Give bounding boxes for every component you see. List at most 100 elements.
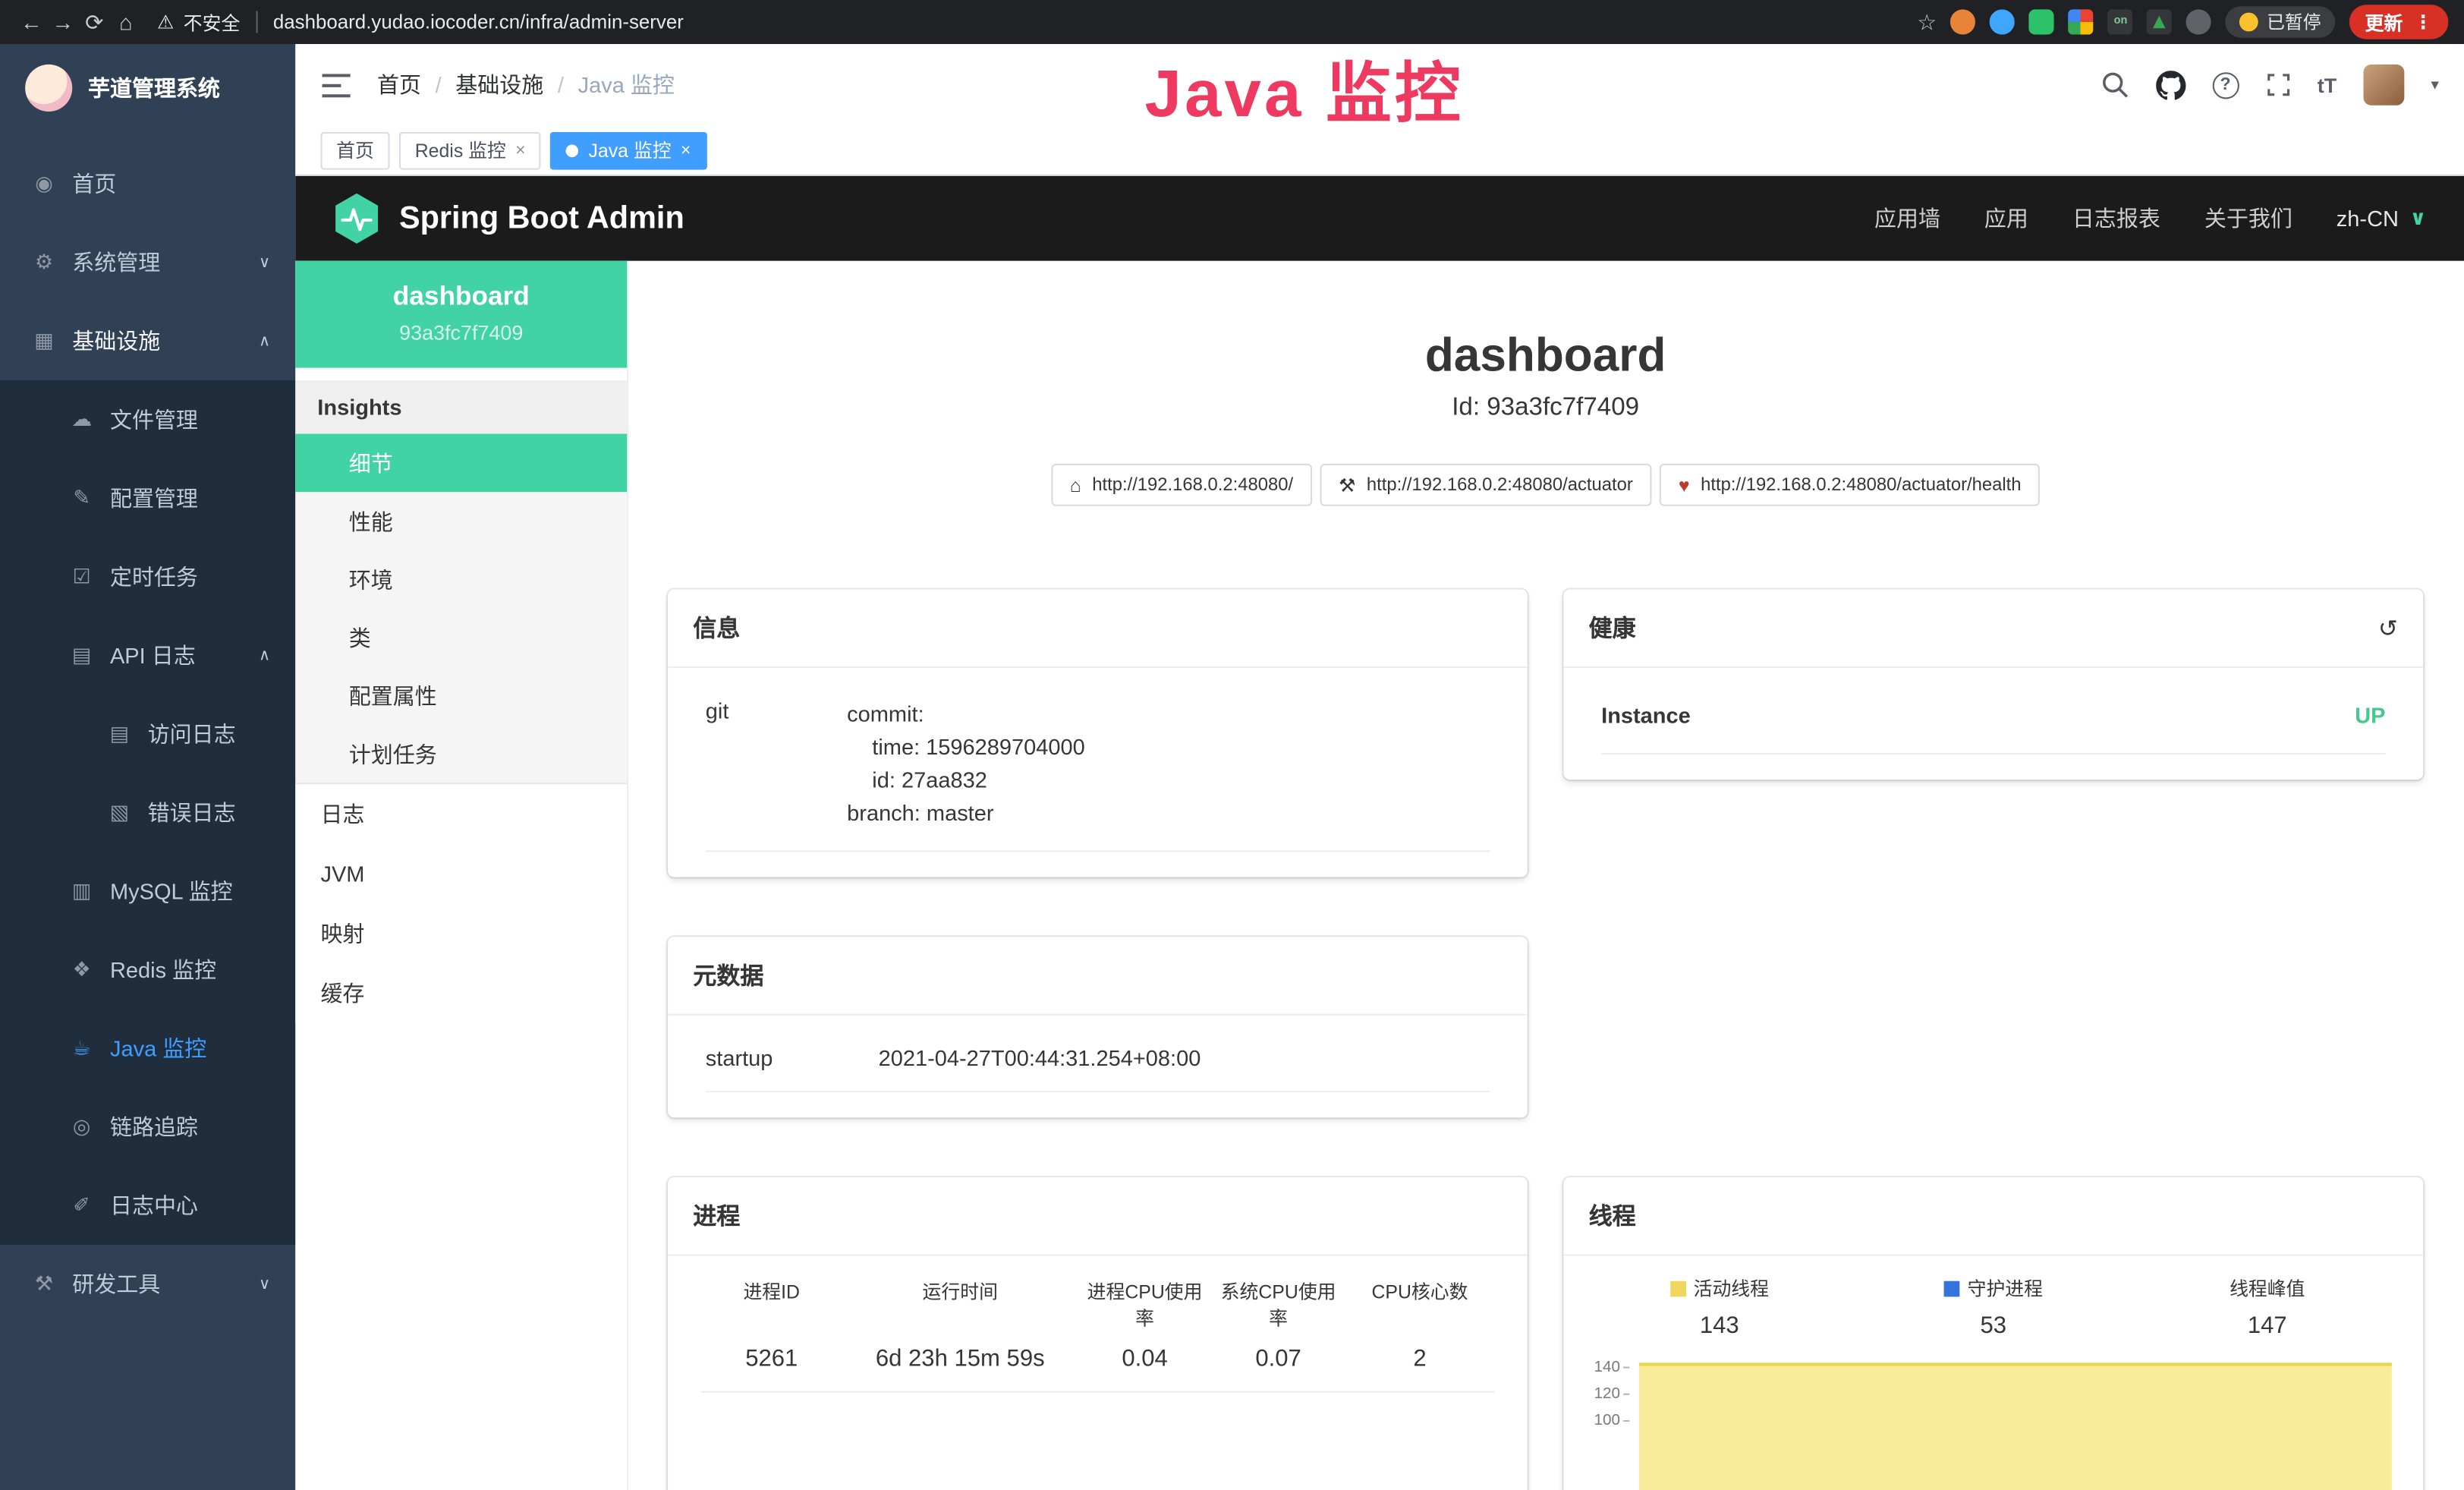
tab-redis-monitor[interactable]: Redis 监控 × [399, 131, 541, 169]
tab-java-monitor[interactable]: Java 监控 × [551, 131, 706, 169]
sba-nav-about[interactable]: 关于我们 [2204, 203, 2292, 234]
extension-icon-1[interactable] [1951, 9, 1976, 34]
extension-icon-6[interactable] [2148, 9, 2173, 34]
instance-nav-scheduled-tasks[interactable]: 计划任务 [295, 725, 627, 783]
address-bar[interactable]: ⚠ 不安全 dashboard.yudao.iocoder.cn/infra/a… [157, 8, 1917, 35]
sidebar-item-label: 日志中心 [110, 1190, 198, 1221]
sidebar-item-access-logs[interactable]: ▤ 访问日志 [0, 695, 295, 773]
instance-sidebar: dashboard 93a3fc7f7409 Insights 细节 性能 环境… [295, 261, 628, 1490]
sidebar-item-label: Java 监控 [110, 1033, 206, 1064]
instance-nav-logs[interactable]: 日志 [295, 784, 627, 844]
smiley-icon [2240, 13, 2259, 32]
app-menu: ◉ 首页 ⚙ 系统管理 ∨ ▦ 基础设施 ∧ ☁ 文件管理 [0, 132, 295, 1490]
y-tick-100: 100 [1594, 1413, 1629, 1430]
caret-down-icon[interactable]: ▾ [2431, 76, 2438, 93]
peak-threads-label: 线程峰值 [2230, 1274, 2305, 1301]
sidebar-item-file-management[interactable]: ☁ 文件管理 [0, 380, 295, 459]
sidebar-item-log-center[interactable]: ✐ 日志中心 [0, 1167, 295, 1246]
threads-chart-y-axis: 140 120 100 [1582, 1358, 1639, 1490]
sidebar-item-trace[interactable]: ◎ 链路追踪 [0, 1088, 295, 1167]
extension-icon-2[interactable] [1990, 9, 2016, 34]
health-url-button[interactable]: ♥ http://192.168.0.2:48080/actuator/heal… [1660, 464, 2040, 506]
instance-nav-classes[interactable]: 类 [295, 608, 627, 666]
instance-nav-config-props[interactable]: 配置属性 [295, 666, 627, 725]
app-logo-avatar [25, 65, 72, 112]
sidebar-item-label: 错误日志 [148, 797, 236, 828]
font-size-icon[interactable]: tT [2318, 73, 2337, 96]
instance-nav-details[interactable]: 细节 [295, 434, 627, 493]
sidebar-item-scheduled-jobs[interactable]: ☑ 定时任务 [0, 537, 295, 616]
app-logo-area[interactable]: 芋道管理系统 [0, 44, 295, 132]
instance-nav-environment[interactable]: 环境 [295, 550, 627, 609]
not-secure-warning-icon: ⚠ [157, 11, 174, 33]
fullscreen-icon[interactable] [2265, 72, 2290, 97]
locale-selector[interactable]: zh-CN ∨ [2337, 206, 2427, 231]
sba-brand[interactable]: Spring Boot Admin [333, 194, 684, 244]
active-threads-value: 143 [1582, 1312, 1856, 1339]
close-icon[interactable]: × [681, 140, 691, 159]
sidebar-item-config-management[interactable]: ✎ 配置管理 [0, 459, 295, 538]
bookmark-star-icon[interactable]: ☆ [1917, 8, 1937, 35]
wrench-icon: ⚒ [1339, 474, 1355, 496]
sidebar-item-api-logs[interactable]: ▤ API 日志 ∧ [0, 616, 295, 695]
metadata-row-value: 2021-04-27T00:44:31.254+08:00 [879, 1045, 1201, 1070]
extension-icon-7[interactable] [2186, 9, 2211, 34]
browser-home-icon[interactable]: ⌂ [110, 9, 141, 34]
breadcrumb-separator: / [436, 72, 442, 97]
browser-toolbar: ← → ⟳ ⌂ ⚠ 不安全 dashboard.yudao.iocoder.cn… [0, 0, 2464, 44]
sba-logo-icon [333, 194, 380, 244]
instance-header[interactable]: dashboard 93a3fc7f7409 [295, 261, 627, 368]
search-icon[interactable] [2101, 71, 2129, 99]
extension-paused-badge[interactable]: 已暂停 [2226, 6, 2335, 37]
help-icon[interactable]: ? [2212, 71, 2239, 98]
log-center-icon: ✐ [69, 1193, 94, 1218]
tab-home[interactable]: 首页 [320, 131, 389, 169]
instance-nav-performance[interactable]: 性能 [295, 492, 627, 550]
github-icon[interactable] [2155, 70, 2185, 99]
sidebar-item-system-management[interactable]: ⚙ 系统管理 ∨ [0, 223, 295, 302]
info-row: git commit: time: 1596289704000 id: 27aa… [706, 678, 1490, 852]
status-badge: UP [2355, 703, 2385, 728]
sidebar-item-infrastructure[interactable]: ▦ 基础设施 ∧ [0, 302, 295, 381]
breadcrumb-home[interactable]: 首页 [377, 69, 421, 100]
health-row: Instance UP [1601, 678, 2385, 754]
daemon-threads-label: 守护进程 [1968, 1274, 2043, 1301]
access-log-icon: ▤ [107, 721, 132, 746]
sidebar-item-dev-tools[interactable]: ⚒ 研发工具 ∨ [0, 1245, 295, 1324]
extension-icon-5[interactable]: on [2108, 9, 2133, 34]
reload-icon[interactable]: ⟳ [79, 8, 110, 35]
hamburger-icon[interactable] [320, 72, 351, 97]
instance-nav-mappings[interactable]: 映射 [295, 904, 627, 964]
sba-nav-wallboard[interactable]: 应用墙 [1874, 203, 1940, 234]
sba-nav-applications[interactable]: 应用 [1984, 203, 2028, 234]
history-icon[interactable]: ↺ [2378, 614, 2398, 642]
actuator-url-button[interactable]: ⚒ http://192.168.0.2:48080/actuator [1320, 464, 1651, 506]
sidebar-item-java-monitor[interactable]: ☕ Java 监控 [0, 1009, 295, 1088]
breadcrumb-current: Java 监控 [578, 69, 675, 100]
extension-icon-3[interactable] [2029, 9, 2054, 34]
service-url-button[interactable]: ⌂ http://192.168.0.2:48080/ [1051, 464, 1312, 506]
chevron-down-icon: ∨ [2409, 206, 2426, 231]
sidebar-item-redis-monitor[interactable]: ❖ Redis 监控 [0, 931, 295, 1010]
extension-icon-4[interactable] [2069, 9, 2094, 34]
tools-icon: ⚒ [31, 1271, 56, 1296]
sidebar-item-error-logs[interactable]: ▧ 错误日志 [0, 773, 295, 852]
back-icon[interactable]: ← [16, 9, 47, 34]
instance-name: dashboard [308, 282, 615, 313]
sba-brand-title: Spring Boot Admin [399, 200, 684, 237]
instance-nav-caches[interactable]: 缓存 [295, 963, 627, 1023]
sidebar-item-home[interactable]: ◉ 首页 [0, 145, 295, 224]
process-table-header: 进程ID 运行时间 进程CPU使用率 系统CPU使用率 CPU核心数 [701, 1278, 1495, 1331]
sidebar-item-mysql-monitor[interactable]: ▥ MySQL 监控 [0, 852, 295, 931]
sba-nav-journal[interactable]: 日志报表 [2072, 203, 2160, 234]
user-avatar[interactable] [2363, 65, 2404, 106]
close-icon[interactable]: × [515, 140, 525, 159]
breadcrumb-infrastructure[interactable]: 基础设施 [455, 69, 543, 100]
forward-icon[interactable]: → [47, 9, 78, 34]
infrastructure-submenu: ☁ 文件管理 ✎ 配置管理 ☑ 定时任务 ▤ API 日志 ∧ [0, 380, 295, 1245]
peak-threads-value: 147 [2130, 1312, 2404, 1339]
instance-nav-jvm[interactable]: JVM [295, 844, 627, 904]
metadata-card: 元数据 startup 2021-04-27T00:44:31.254+08:0… [668, 937, 1528, 1117]
info-card: 信息 git commit: time: 1596289704000 id: 2… [668, 590, 1528, 877]
update-button[interactable]: 更新 ⋮ [2349, 5, 2448, 39]
